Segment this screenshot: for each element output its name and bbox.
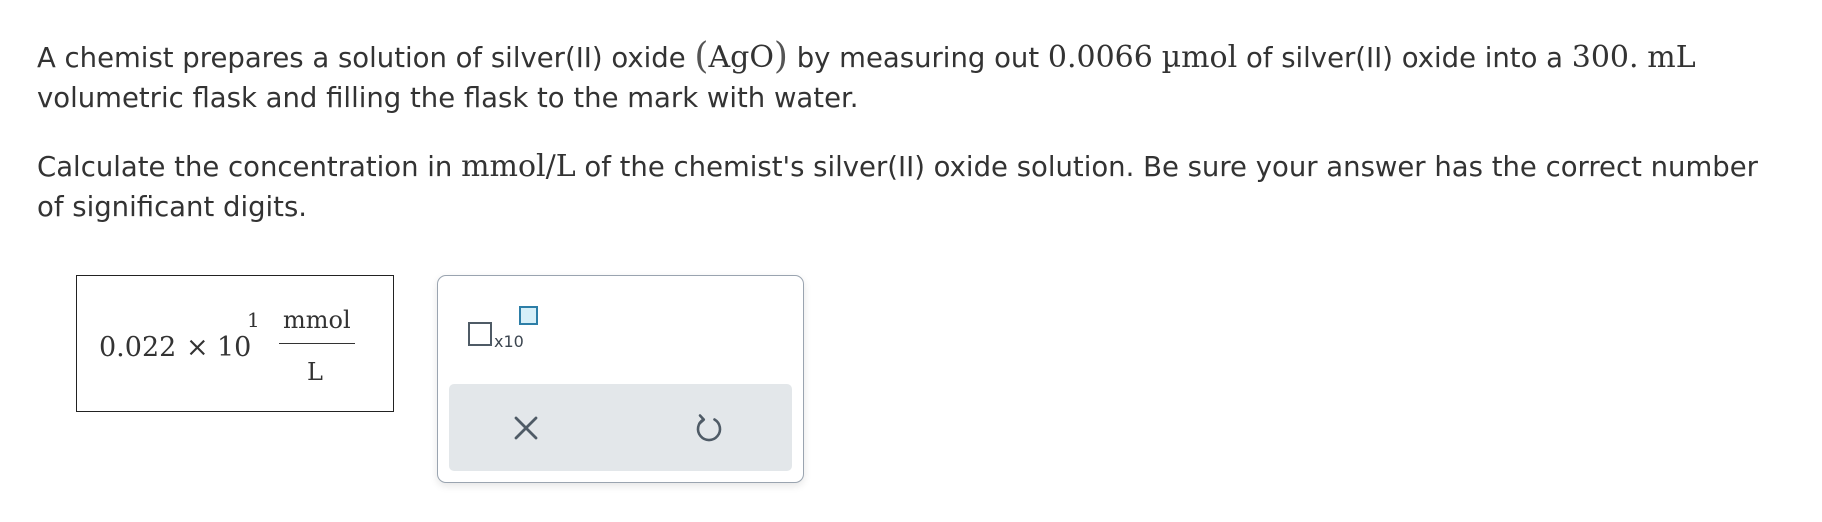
answer-base: 10: [217, 332, 252, 363]
question-text: of silver(II) oxide into a: [1237, 42, 1572, 74]
tool-footer: [449, 384, 792, 471]
answer-input-box[interactable]: 0.022 × 10 1 mmol L: [76, 275, 394, 412]
chemical-formula: AgO: [708, 40, 774, 75]
exponent-box-icon: [519, 306, 538, 325]
answer-exponent[interactable]: 1: [247, 308, 260, 332]
open-paren: (: [694, 36, 709, 77]
volume-value: 300.: [1571, 40, 1639, 75]
question-text: of significant digits.: [37, 191, 308, 223]
question-text: of the chemist's silver(II) oxide soluti…: [575, 151, 1758, 183]
times-symbol: ×: [186, 332, 209, 363]
unit-numerator: mmol: [283, 306, 351, 334]
close-icon: [514, 416, 538, 440]
unit-denominator: L: [307, 358, 323, 386]
question-text: Calculate the concentration in: [37, 151, 462, 183]
amount-value: 0.0066: [1047, 40, 1153, 75]
amount-unit: µmol: [1161, 40, 1238, 75]
x10-icon[interactable]: x10: [468, 306, 548, 358]
question-paragraph-1: A chemist prepares a solution of silver(…: [37, 37, 1696, 118]
question-text: volumetric flask and filling the flask t…: [37, 82, 859, 114]
undo-button[interactable]: [691, 410, 727, 446]
question-text: A chemist prepares a solution of silver(…: [37, 42, 695, 74]
x10-label: x10: [494, 332, 524, 351]
question-text: by measuring out: [787, 42, 1048, 74]
answer-coefficient[interactable]: 0.022: [99, 332, 176, 363]
question-paragraph-2: Calculate the concentration in mmol/L of…: [37, 147, 1758, 227]
volume-unit: mL: [1647, 40, 1696, 75]
undo-icon: [696, 414, 722, 442]
coefficient-box-icon: [468, 322, 492, 346]
close-paren: ): [773, 36, 788, 77]
concentration-unit: mmol/L: [461, 149, 576, 184]
fraction-bar: [279, 343, 355, 344]
answer-tool-panel: x10: [437, 275, 804, 483]
clear-button[interactable]: [509, 411, 543, 445]
